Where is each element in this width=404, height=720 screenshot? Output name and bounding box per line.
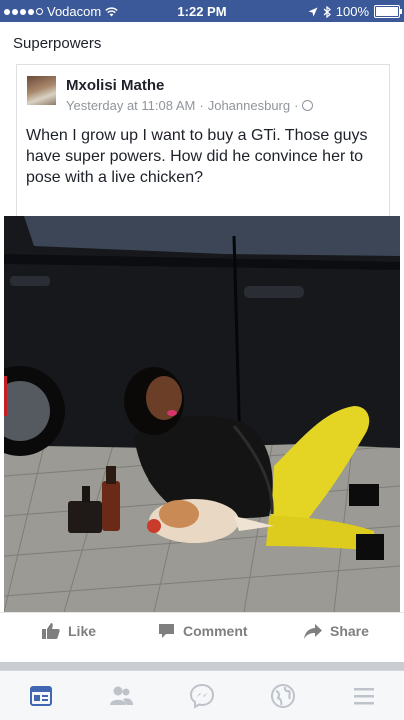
- like-label: Like: [68, 623, 97, 639]
- thumbs-up-icon: [42, 623, 60, 639]
- post-meta: Yesterday at 11:08 AM · Johannesburg ·: [66, 98, 314, 113]
- battery-percent: 100%: [335, 4, 369, 19]
- meta-separator: ·: [199, 98, 204, 113]
- post-photo[interactable]: [4, 216, 400, 612]
- menu-icon[interactable]: [351, 683, 377, 709]
- feed[interactable]: Superpowers Mxolisi Mathe Yesterday at 1…: [0, 22, 404, 662]
- bottom-tab-bar: [0, 670, 404, 720]
- status-icons: 100%: [308, 4, 402, 19]
- share-caption: Superpowers: [13, 35, 102, 52]
- battery-level: [376, 7, 398, 16]
- author-name[interactable]: Mxolisi Mathe: [66, 77, 164, 94]
- bluetooth-icon: [323, 5, 331, 18]
- messenger-icon[interactable]: [189, 683, 215, 709]
- news-feed-icon[interactable]: [28, 683, 54, 709]
- post-text: When I grow up I want to buy a GTi. Thos…: [26, 127, 368, 186]
- battery-icon: [374, 5, 402, 18]
- post-action-bar: Like Comment Share: [0, 612, 404, 653]
- post-timestamp[interactable]: Yesterday at 11:08 AM: [66, 98, 195, 113]
- post-photo-illustration: [4, 216, 400, 612]
- share-arrow-icon: [304, 623, 322, 639]
- share-label: Share: [330, 623, 369, 639]
- meta-separator: ·: [294, 98, 299, 113]
- share-button[interactable]: Share: [304, 623, 369, 639]
- location-arrow-icon: [308, 7, 318, 16]
- comment-label: Comment: [183, 623, 248, 639]
- public-globe-icon: [302, 100, 314, 111]
- status-bar: Vodacom 1:22 PM 100%: [0, 0, 404, 22]
- post-location[interactable]: Johannesburg: [208, 98, 290, 113]
- feed-divider: [0, 662, 404, 670]
- author-avatar[interactable]: [27, 76, 56, 105]
- friends-icon[interactable]: [108, 683, 134, 709]
- notifications-globe-icon[interactable]: [270, 683, 296, 709]
- like-button[interactable]: Like: [42, 623, 96, 639]
- comment-bubble-icon: [159, 624, 174, 638]
- comment-button[interactable]: Comment: [158, 623, 248, 639]
